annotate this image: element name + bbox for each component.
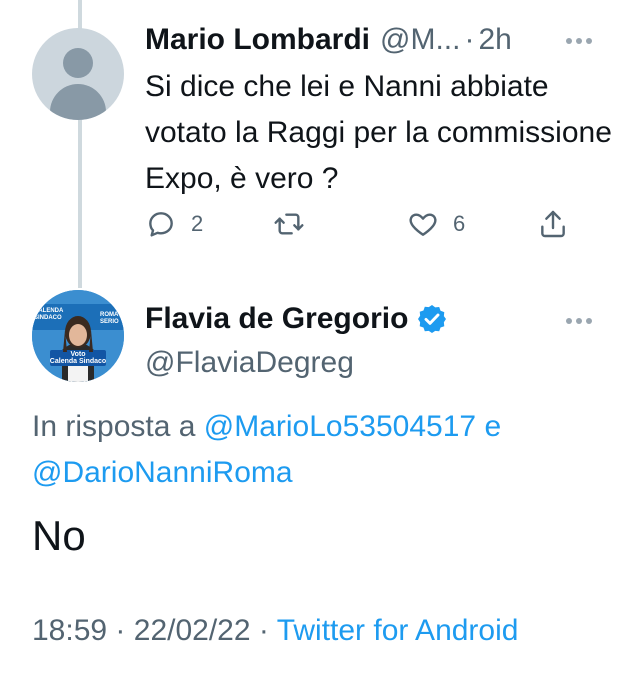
profile-avatar[interactable]: CALENDA SINDACO ROMA SERIO Voto Calenda … (32, 290, 124, 382)
tweet-time[interactable]: 18:59 (32, 614, 107, 647)
tweet-text: No (32, 512, 86, 559)
author-name[interactable]: Flavia de Gregorio (145, 302, 408, 336)
author-name-row: Flavia de Gregorio (145, 302, 448, 336)
reply-action-bar: 2 6 (145, 208, 585, 248)
reply-author-handle[interactable]: @M... (380, 23, 460, 57)
more-options-icon[interactable] (566, 38, 592, 44)
reply-timestamp[interactable]: 2h (478, 23, 511, 57)
retweet-action[interactable] (273, 208, 319, 240)
avatar-photo (32, 290, 124, 382)
in-reply-to: In risposta a @MarioLo53504517 e @DarioN… (32, 404, 612, 496)
verified-badge-icon (418, 305, 447, 333)
author-handle[interactable]: @FlaviaDegreg (145, 346, 354, 380)
tweet-metadata: 18:59 · 22/02/22 · Twitter for Android (32, 614, 518, 648)
reply-author-name[interactable]: Mario Lombardi (145, 23, 370, 57)
avatar-banner-line1: Voto (70, 351, 86, 358)
like-action[interactable]: 6 (407, 208, 465, 240)
mention-link[interactable]: @DarioNanniRoma (32, 456, 293, 489)
in-reply-to-label: In risposta a (32, 410, 196, 443)
share-action[interactable] (537, 208, 569, 240)
like-count: 6 (453, 211, 466, 236)
heart-icon (409, 213, 437, 236)
meta-separator: · (115, 614, 126, 647)
default-avatar[interactable] (32, 28, 124, 120)
comment-icon (149, 212, 173, 237)
avatar-banner-right: ROMA SERIO (100, 312, 119, 325)
reply-tweet-header: Mario Lombardi @M... · 2h (145, 20, 605, 60)
reply-separator: · (464, 23, 475, 56)
more-options-icon[interactable] (566, 318, 592, 324)
retweet-icon (274, 213, 304, 235)
mention-conjunction: e (484, 410, 502, 443)
reply-count: 2 (191, 211, 204, 236)
tweet-date[interactable]: 22/02/22 (134, 614, 251, 647)
tweet-source-link[interactable]: Twitter for Android (277, 614, 519, 647)
meta-separator: · (258, 614, 269, 647)
avatar-head-shape (63, 48, 93, 78)
share-icon (541, 210, 565, 238)
avatar-banner-left: CALENDA SINDACO (34, 308, 64, 321)
reply-action[interactable]: 2 (145, 208, 203, 240)
mention-link[interactable]: @MarioLo53504517 (204, 410, 476, 443)
reply-tweet-text: Si dice che lei e Nanni abbiate votato l… (145, 70, 612, 195)
avatar-banner-line2: Calenda Sindaco (49, 358, 107, 365)
avatar-body-shape (50, 84, 106, 120)
